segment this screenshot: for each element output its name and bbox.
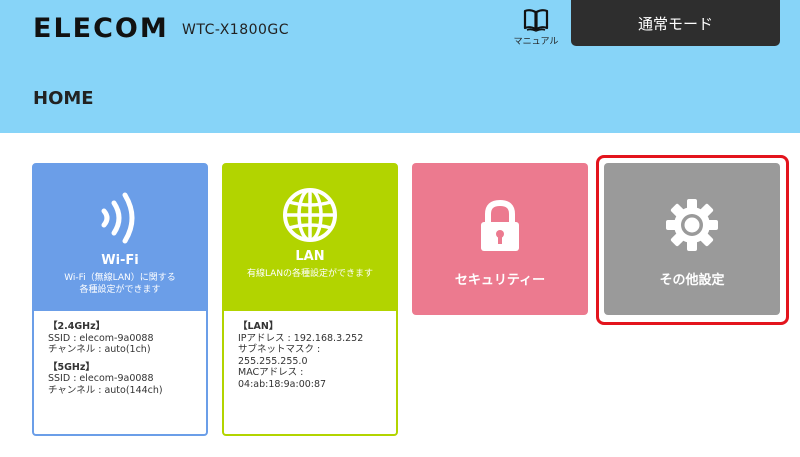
lan-subnet-value: 255.255.255.0 [238,355,308,367]
wifi-5ghz-ssid: SSID : elecom-9a0088 [48,373,154,384]
wifi-title: Wi-Fi [101,253,139,268]
normal-mode-button[interactable]: 通常モード [571,0,780,46]
model-name: WTC-X1800GC [182,22,290,38]
wifi-24ghz-heading: 【2.4GHz】 [48,321,106,332]
lan-subnet-label: サブネットマスク : [238,344,321,355]
header-bar: ELECOM WTC-X1800GC マニュアル 通常モード HOME [0,0,800,133]
gear-icon [666,198,718,251]
other-settings-title: その他設定 [659,272,725,288]
wifi-icon [101,192,135,244]
globe-icon [283,188,337,242]
book-icon [523,9,549,32]
page-title: HOME [33,88,94,109]
lan-mac-label: MACアドレス : [238,367,304,378]
lan-heading: 【LAN】 [238,321,279,332]
wifi-description: Wi-Fi（無線LAN）に関する 各種設定ができます [64,273,176,295]
wifi-5ghz-heading: 【5GHz】 [48,361,95,373]
security-tile[interactable]: セキュリティー [412,163,588,315]
lan-info-panel: 【LAN】 IPアドレス : 192.168.3.252 サブネットマスク : … [224,311,396,434]
lan-mac-value: 04:ab:18:9a:00:87 [238,378,327,390]
lock-icon [481,199,519,251]
security-title: セキュリティー [454,272,546,288]
lan-tile-header[interactable]: LAN 有線LANの各種設定ができます [224,165,396,311]
elecom-logo: ELECOM [33,13,169,44]
wifi-info-panel: 【2.4GHz】 SSID : elecom-9a0088 チャンネル : au… [34,311,206,434]
lan-tile[interactable]: LAN 有線LANの各種設定ができます 【LAN】 IPアドレス : 192.1… [222,163,398,436]
wifi-tile[interactable]: Wi-Fi Wi-Fi（無線LAN）に関する 各種設定ができます 【2.4GHz… [32,163,208,436]
lan-description: 有線LANの各種設定ができます [246,269,374,279]
lan-title: LAN [295,249,325,264]
manual-label: マニュアル [513,37,559,47]
lan-ip-address: IPアドレス : 192.168.3.252 [238,332,364,344]
wifi-5ghz-channel: チャンネル : auto(144ch) [48,384,163,396]
manual-link[interactable]: マニュアル [511,8,561,47]
wifi-tile-header[interactable]: Wi-Fi Wi-Fi（無線LAN）に関する 各種設定ができます [34,165,206,311]
other-settings-tile[interactable]: その他設定 [604,163,780,315]
wifi-24ghz-ssid: SSID : elecom-9a0088 [48,332,154,344]
wifi-24ghz-channel: チャンネル : auto(1ch) [48,344,151,355]
